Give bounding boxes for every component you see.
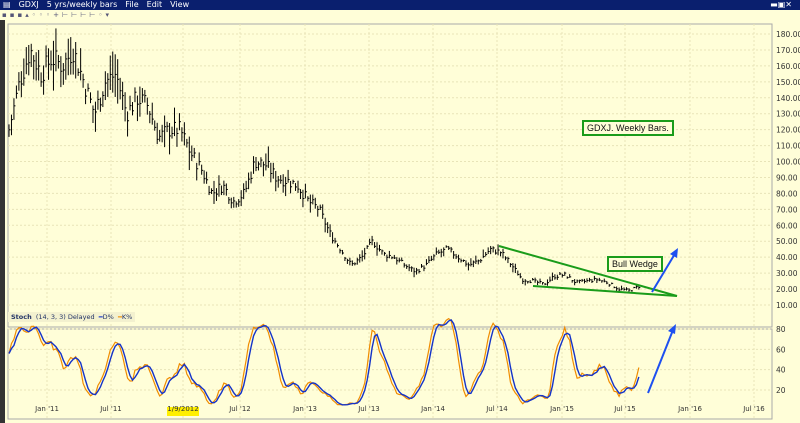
y-tick-label: 130.00	[776, 110, 800, 119]
x-tick-label: Jan '11	[34, 405, 59, 413]
k-label[interactable]: K%	[122, 313, 132, 321]
d-line	[8, 319, 640, 406]
title-bar: ▤ GDXJ 5 yrs/weekly bars File Edit View …	[0, 0, 800, 10]
y-tick-label: 180.00	[776, 30, 800, 39]
stoch-arrow-icon	[647, 329, 674, 394]
stoch-params: (14, 3, 3) Delayed	[35, 313, 95, 321]
stoch-name: Stoch	[11, 313, 32, 321]
stoch-legend[interactable]: Stoch (14, 3, 3) Delayed ━D% ━K%	[8, 312, 136, 322]
menu-edit[interactable]: Edit	[147, 0, 163, 10]
y-tick-label: 10.00	[776, 301, 798, 310]
y-tick-label: 160.00	[776, 62, 800, 71]
stoch-y-tick-label: 20	[776, 386, 786, 395]
x-tick-label: Jul '12	[228, 405, 251, 413]
x-tick-label: Jul '11	[99, 405, 122, 413]
y-tick-label: 150.00	[776, 78, 800, 87]
period-selector[interactable]: 5 yrs/weekly bars	[47, 0, 117, 10]
stoch-y-tick-label: 80	[776, 325, 786, 334]
menu-file[interactable]: File	[125, 0, 138, 10]
x-tick-label: Jan '13	[292, 405, 317, 413]
stoch-panel-frame	[7, 328, 773, 420]
x-tick-label: Jan '16	[677, 405, 702, 413]
x-tick-label: 1/9/2012	[167, 405, 198, 413]
price-chart[interactable]: 180.00 170.00 160.00 150.00 140.00 130.00 120.…	[0, 20, 800, 423]
y-tick-label: 120.00	[776, 126, 800, 135]
y-tick-label: 80.00	[776, 189, 798, 198]
x-tick-label: Jul '15	[613, 405, 636, 413]
y-tick-label: 50.00	[776, 237, 798, 246]
y-tick-label: 90.00	[776, 173, 798, 182]
symbol-selector[interactable]: GDXJ	[19, 0, 39, 10]
stoch-y-tick-label: 40	[776, 366, 786, 375]
y-tick-label: 60.00	[776, 221, 798, 230]
x-tick-label: Jul '14	[485, 405, 508, 413]
x-tick-label: Jan '15	[549, 405, 574, 413]
y-tick-label: 110.00	[776, 142, 800, 151]
y-tick-label: 20.00	[776, 285, 798, 294]
y-tick-label: 70.00	[776, 205, 798, 214]
x-tick-label: Jul '13	[357, 405, 380, 413]
close-icon[interactable]: ▬▣✕	[770, 0, 792, 10]
y-tick-label: 140.00	[776, 94, 800, 103]
d-label[interactable]: D%	[103, 313, 114, 321]
y-tick-label: 170.00	[776, 46, 800, 55]
app-icon: ▤	[3, 0, 11, 9]
x-tick-label: Jan '14	[420, 405, 445, 413]
bull-wedge-annotation: Bull Wedge	[607, 256, 663, 272]
toolbar[interactable]: ▪▪▪▴◦◦◦+⊢⊢⊢⊢◦▾	[0, 10, 800, 20]
menu-view[interactable]: View	[170, 0, 189, 10]
title-annotation: GDXJ. Weekly Bars.	[582, 120, 674, 136]
y-tick-label: 30.00	[776, 269, 798, 278]
x-tick-label: Jul '16	[742, 405, 765, 413]
stoch-y-tick-label: 60	[776, 345, 786, 354]
y-tick-label: 40.00	[776, 253, 798, 262]
y-tick-label: 100.00	[776, 158, 800, 167]
